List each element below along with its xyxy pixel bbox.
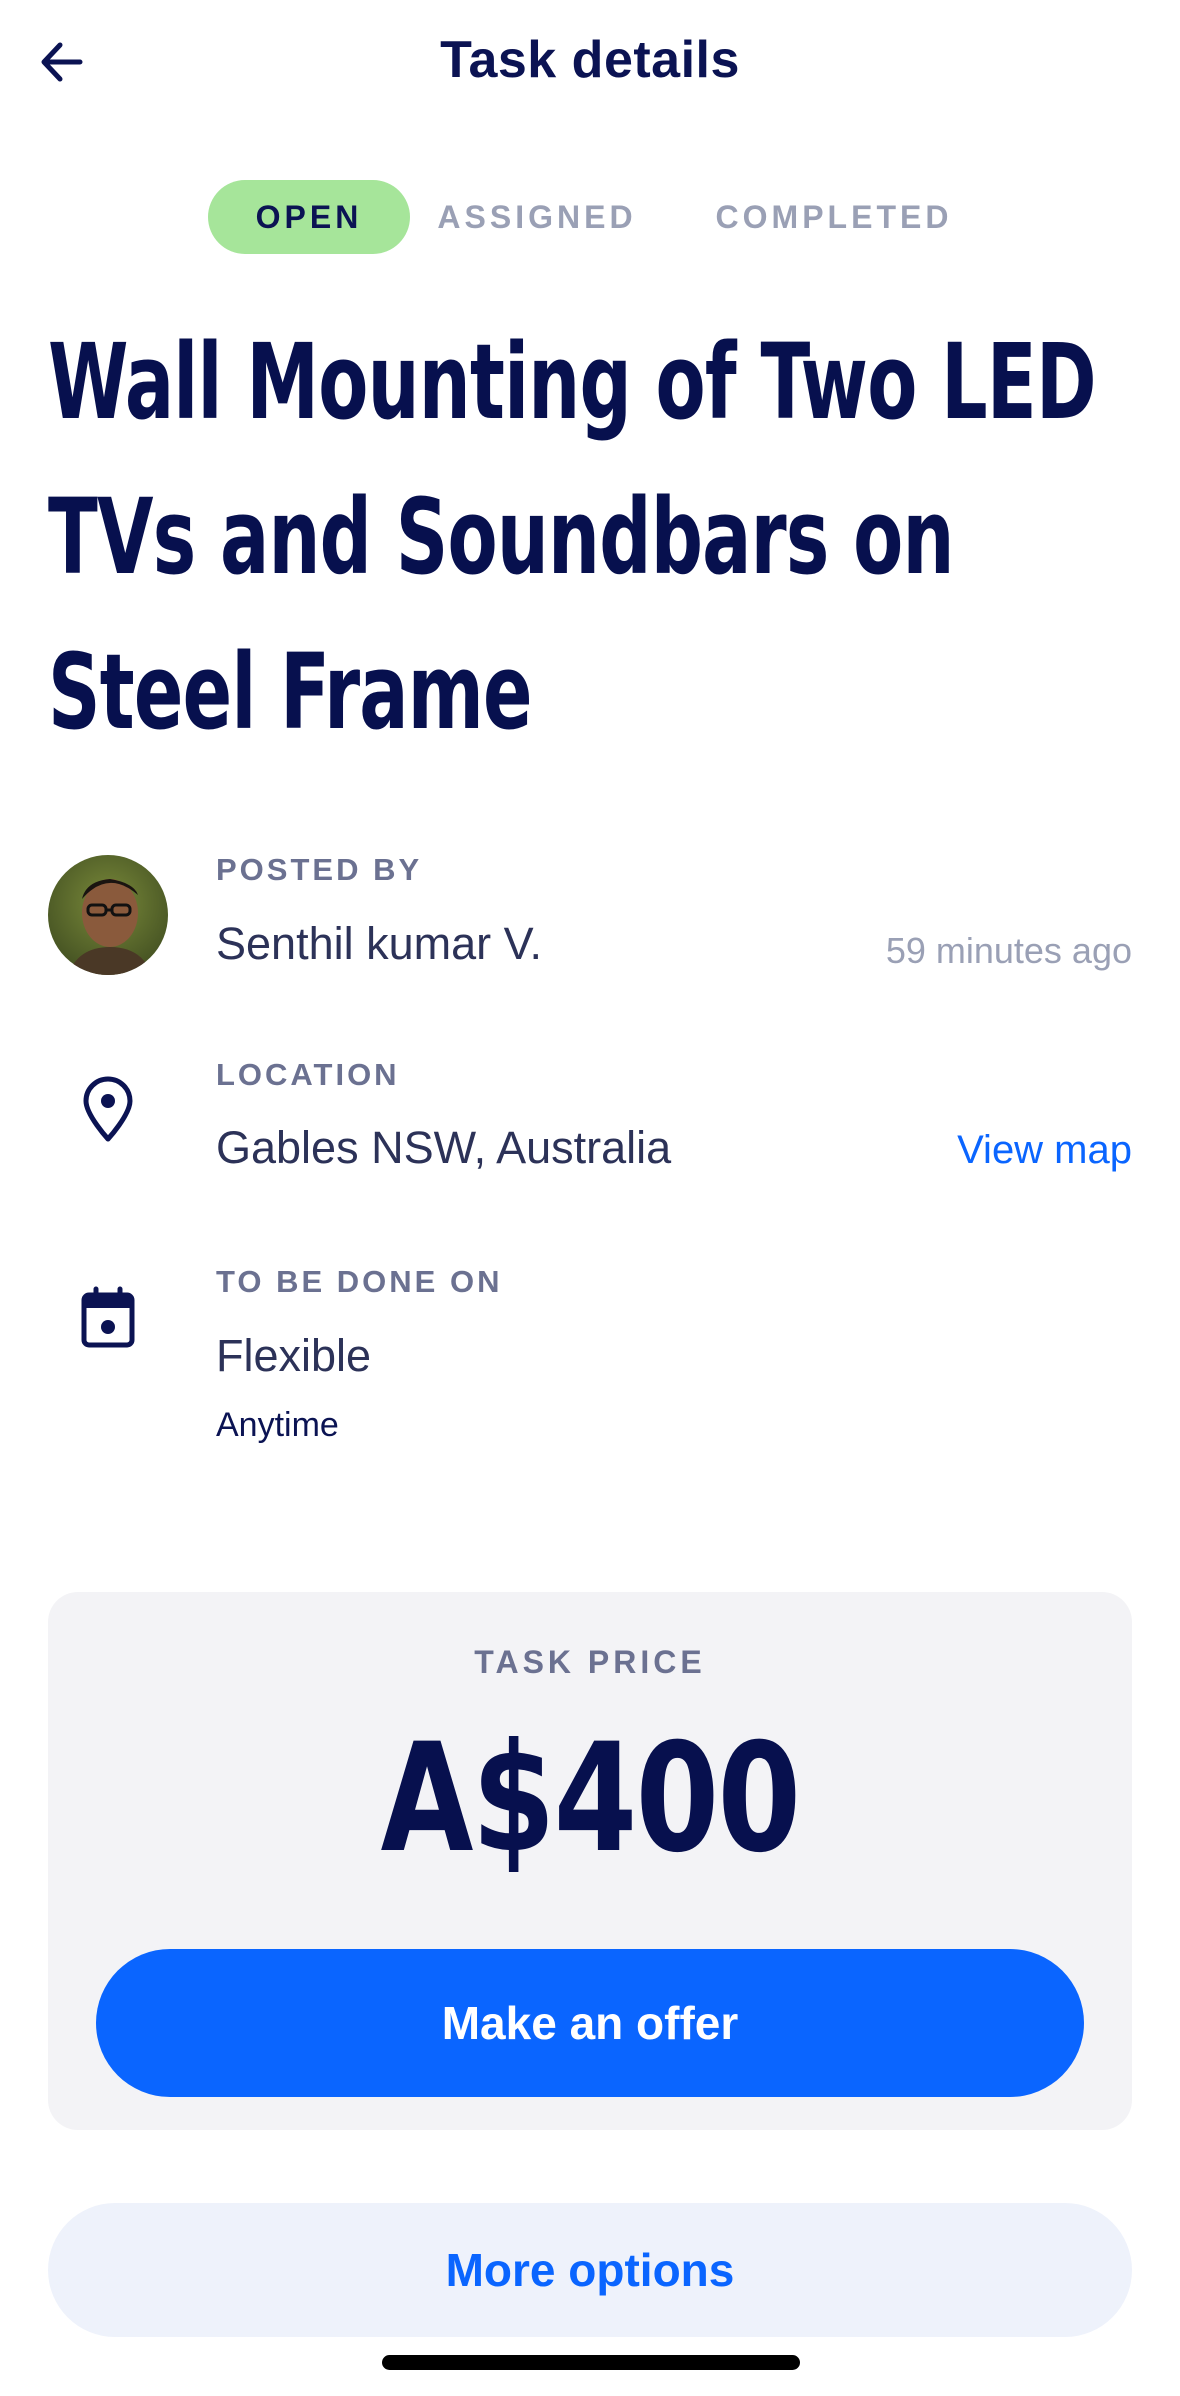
status-tab-open[interactable]: OPEN: [208, 180, 410, 254]
schedule-sub: Anytime: [216, 1406, 339, 1444]
status-tabs: OPEN ASSIGNED COMPLETED: [0, 180, 1180, 254]
location-label: LOCATION: [216, 1057, 400, 1092]
price-label: TASK PRICE: [474, 1644, 706, 1680]
posted-by-label: POSTED BY: [216, 852, 423, 887]
location-value: Gables NSW, Australia: [216, 1122, 672, 1173]
task-title: Wall Mounting of Two LED TVs and Soundba…: [48, 321, 1097, 753]
location-pin-icon: [78, 1075, 138, 1145]
home-indicator[interactable]: [382, 2355, 800, 2370]
status-tab-completed[interactable]: COMPLETED: [712, 180, 956, 254]
calendar-icon: [78, 1285, 138, 1351]
price-card: TASK PRICE A$400 Make an offer: [48, 1592, 1132, 2130]
view-map-link[interactable]: View map: [957, 1128, 1132, 1173]
posted-time: 59 minutes ago: [885, 930, 1132, 971]
more-options-button[interactable]: More options: [48, 2203, 1132, 2337]
status-tab-assigned[interactable]: ASSIGNED: [430, 180, 644, 254]
price-value: A$400: [380, 1712, 801, 1886]
schedule-value: Flexible: [216, 1330, 372, 1381]
schedule-label: TO BE DONE ON: [216, 1264, 503, 1299]
poster-name[interactable]: Senthil kumar V.: [216, 918, 542, 970]
avatar[interactable]: [48, 855, 168, 975]
make-offer-button[interactable]: Make an offer: [96, 1949, 1084, 2097]
page-title: Task details: [440, 31, 740, 89]
header: Task details: [0, 0, 1180, 130]
